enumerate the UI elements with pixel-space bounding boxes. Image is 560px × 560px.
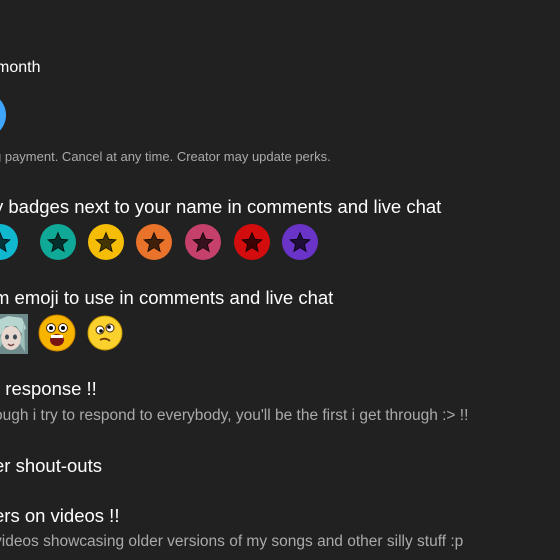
perk-title-badges: y badges next to your name in comments a… bbox=[0, 196, 442, 217]
perk-title-emoji: m emoji to use in comments and live chat bbox=[0, 287, 334, 308]
membership-perks-panel: month g payment. Cancel at any time. Cre… bbox=[0, 0, 560, 560]
surprised-face-emoji bbox=[38, 314, 76, 352]
perk-desc-videos: videos showcasing older versions of my s… bbox=[0, 533, 464, 550]
badge-star-icon bbox=[0, 224, 18, 260]
membership-price: month bbox=[0, 59, 41, 76]
perk-title-shoutouts: er shout-outs bbox=[0, 455, 102, 476]
anime-character-emoji bbox=[0, 314, 28, 354]
badge-star-icon bbox=[185, 224, 221, 260]
star-icon bbox=[47, 231, 69, 253]
star-icon bbox=[95, 231, 117, 253]
badge-star-icon bbox=[40, 224, 76, 260]
perk-title-videos: ers on videos !! bbox=[0, 505, 120, 526]
billing-disclaimer: g payment. Cancel at any time. Creator m… bbox=[0, 149, 331, 164]
star-icon bbox=[143, 231, 165, 253]
star-icon bbox=[241, 231, 263, 253]
badge-star-icon bbox=[282, 224, 318, 260]
star-icon bbox=[0, 231, 11, 253]
star-icon bbox=[289, 231, 311, 253]
perk-desc-response: ough i try to respond to everybody, you'… bbox=[0, 407, 469, 424]
star-icon bbox=[192, 231, 214, 253]
join-button[interactable] bbox=[0, 92, 6, 138]
badge-star-icon bbox=[234, 224, 270, 260]
perk-title-response: r response !! bbox=[0, 378, 97, 399]
badge-star-icon bbox=[88, 224, 124, 260]
badge-star-icon bbox=[136, 224, 172, 260]
dizzy-face-emoji bbox=[87, 315, 123, 351]
